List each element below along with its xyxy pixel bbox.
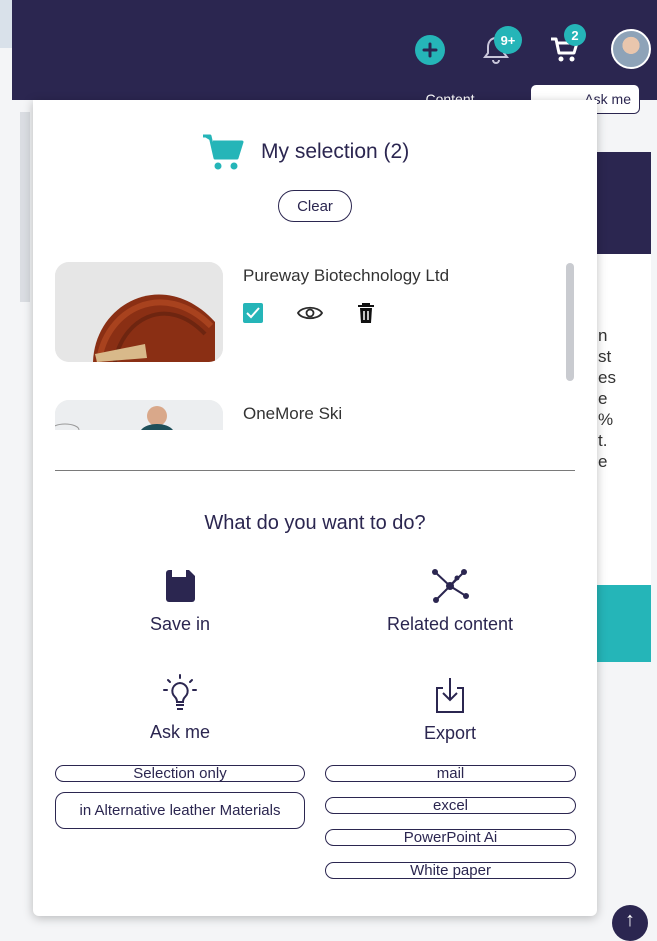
page-scrollbar[interactable] [20,112,30,302]
cart-icon [203,134,244,170]
plus-circle-icon [415,35,445,65]
list-item: OneMore Ski [53,398,575,430]
add-button[interactable] [410,30,450,70]
related-content-label: Related content [386,614,514,634]
scroll-to-top-button[interactable]: ↑ [612,905,648,941]
cart-button[interactable]: 2 [544,24,586,70]
background-text: n st es e % t. e [598,325,616,472]
ask-option-alternative-leather[interactable]: in Alternative leather Materials [55,792,305,829]
selection-header: My selection (2) [201,132,409,172]
cart-badge: 2 [564,24,586,46]
background-text-line: e [598,452,608,471]
list-scrollbar[interactable] [566,263,574,381]
item-thumbnail[interactable] [55,262,223,362]
download-icon [436,678,464,713]
background-text-line: % [598,410,614,429]
background-card-header [596,152,651,254]
item-name[interactable]: Pureway Biotechnology Ltd [243,266,449,286]
save-icon [166,570,195,602]
background-text-line: es [598,368,616,387]
background-text-line: t. [598,431,608,450]
clear-button[interactable]: Clear [278,190,352,222]
export-option-powerpoint[interactable]: PowerPoint Ai [325,829,576,846]
background-card-button [596,585,651,662]
export-button[interactable]: Export [350,675,550,744]
selection-panel: My selection (2) Clear Pureway Biotechno… [33,100,597,916]
ask-option-selection-only[interactable]: Selection only [55,765,305,782]
notifications-button[interactable]: 9+ [476,26,522,70]
item-name[interactable]: OneMore Ski [243,404,342,424]
item-thumbnail[interactable] [55,400,223,430]
export-label: Export [423,723,477,743]
list-item: Pureway Biotechnology Ltd [53,260,575,370]
lightbulb-icon [163,674,197,710]
selection-list[interactable]: Pureway Biotechnology Ltd OneMore Ski [53,260,575,430]
background-text-line: n [598,326,608,345]
user-avatar[interactable] [611,29,651,69]
related-content-button[interactable]: Related content [350,566,550,635]
export-option-mail[interactable]: mail [325,765,576,782]
top-strip [0,0,12,48]
eye-icon[interactable] [297,305,323,321]
select-checkbox[interactable] [243,303,263,323]
selection-title: My selection (2) [261,140,410,163]
trash-icon[interactable] [357,302,375,324]
actions-question: What do you want to do? [204,512,426,534]
save-in-label: Save in [149,614,211,634]
item-actions [243,302,375,324]
ask-me-label: Ask me [149,722,210,742]
export-option-white-paper[interactable]: White paper [325,862,576,879]
export-option-excel[interactable]: excel [325,797,576,814]
ask-me-button[interactable]: Ask me [80,674,280,743]
divider [55,470,575,471]
save-in-button[interactable]: Save in [80,566,280,635]
notifications-badge: 9+ [494,26,522,54]
background-text-line: e [598,389,608,408]
arrow-up-icon: ↑ [625,909,635,931]
checkmark-icon [246,307,260,319]
background-text-line: st [598,347,612,366]
network-icon [432,569,469,603]
